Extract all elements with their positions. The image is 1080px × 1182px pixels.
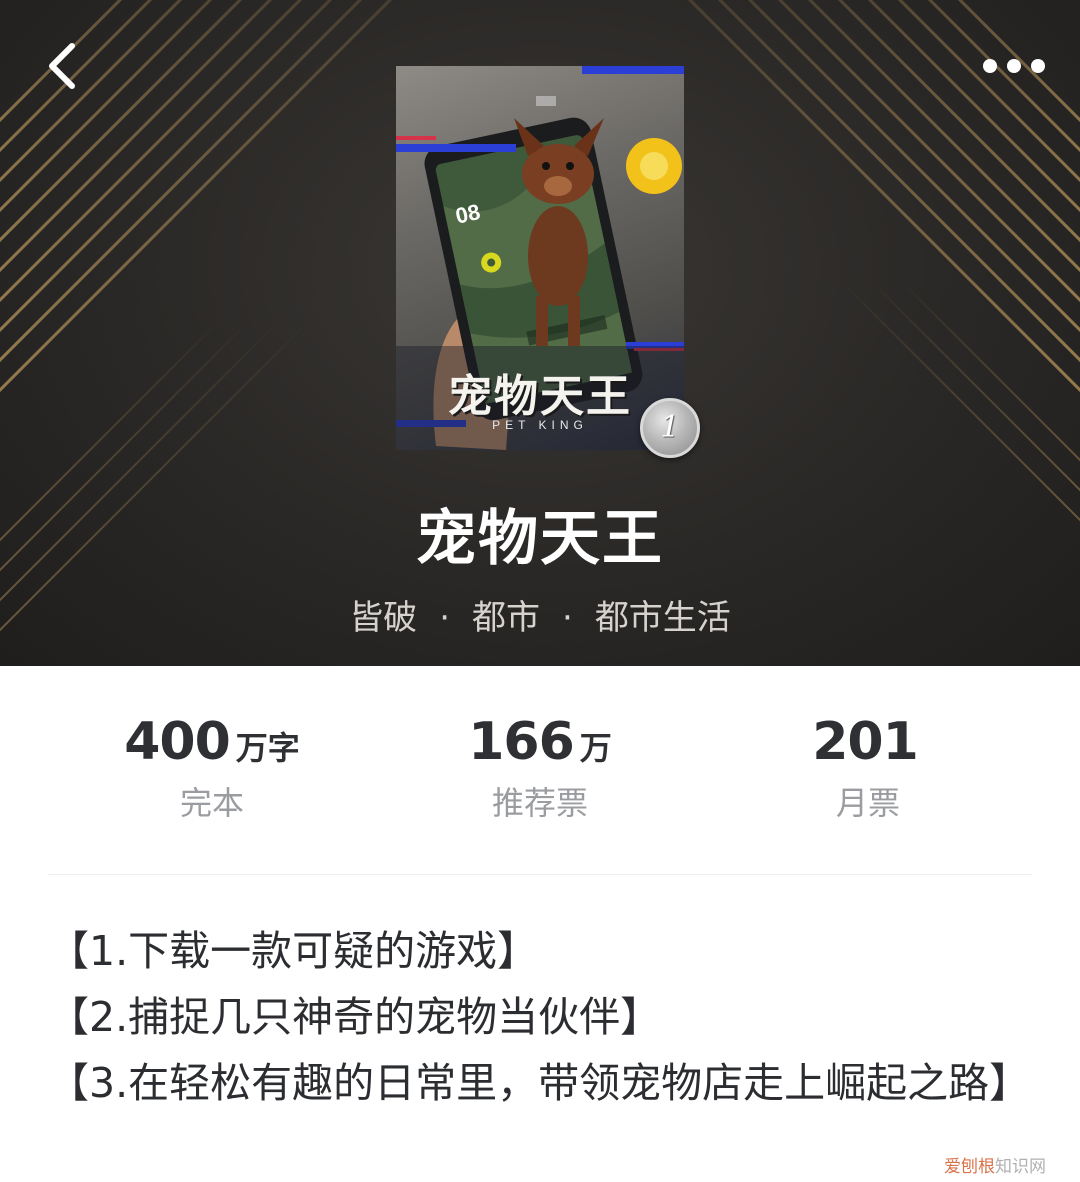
book-stats: 400 万字 完本 166 万 推荐票 201 月票: [48, 712, 1032, 842]
watermark: 爱刨根知识网: [944, 1152, 1046, 1177]
more-options-button[interactable]: [970, 40, 1060, 92]
stat-value: 201: [812, 712, 919, 772]
rank-badge: 1: [640, 398, 700, 458]
stat-monthly-votes[interactable]: 201 月票: [704, 712, 1032, 824]
book-title: 宠物天王: [416, 504, 664, 574]
stat-label: 月票: [835, 784, 900, 822]
stat-value: 166: [468, 712, 575, 772]
intro-line: 【3.在轻松有趣的日常里，带领宠物店走上崛起之路】: [48, 1059, 1031, 1107]
watermark-brand: 爱刨根: [944, 1157, 995, 1177]
cover-title: 宠物天王: [448, 371, 632, 422]
stat-label: 完本: [179, 784, 244, 822]
cover-subtitle: PET KING: [492, 418, 588, 432]
meta-separator: ·: [439, 598, 450, 638]
divider: [48, 874, 1032, 875]
author-link[interactable]: 皆破: [349, 598, 417, 638]
book-cover[interactable]: 08 宠物天王 PET KING: [396, 66, 684, 450]
book-header: 08 宠物天王 PET KING 1 宠物天王 皆破 · 都市 · 都市生活: [0, 0, 1080, 666]
stat-value: 400: [124, 712, 231, 772]
meta-separator: ·: [562, 598, 573, 638]
intro-line: 【1.下载一款可疑的游戏】: [48, 927, 539, 975]
stat-recommend-votes[interactable]: 166 万 推荐票: [376, 712, 704, 824]
more-horizontal-icon: [983, 59, 1045, 73]
watermark-suffix: 知识网: [995, 1157, 1046, 1177]
subcategory-link[interactable]: 都市生活: [595, 598, 731, 638]
category-link[interactable]: 都市: [472, 598, 540, 638]
svg-text:08: 08: [453, 199, 482, 229]
book-intro[interactable]: 【1.下载一款可疑的游戏】 【2.捕捉几只神奇的宠物当伙伴】 【3.在轻松有趣的…: [48, 918, 1032, 1116]
back-button[interactable]: [30, 30, 100, 100]
stat-unit: 万: [579, 729, 612, 767]
stat-label: 推荐票: [491, 784, 588, 822]
stat-unit: 万字: [235, 729, 300, 767]
chevron-left-icon: [49, 43, 75, 89]
intro-line: 【2.捕捉几只神奇的宠物当伙伴】: [48, 993, 662, 1041]
book-meta: 皆破 · 都市 · 都市生活: [0, 590, 1080, 639]
stat-word-count: 400 万字 完本: [48, 712, 376, 824]
